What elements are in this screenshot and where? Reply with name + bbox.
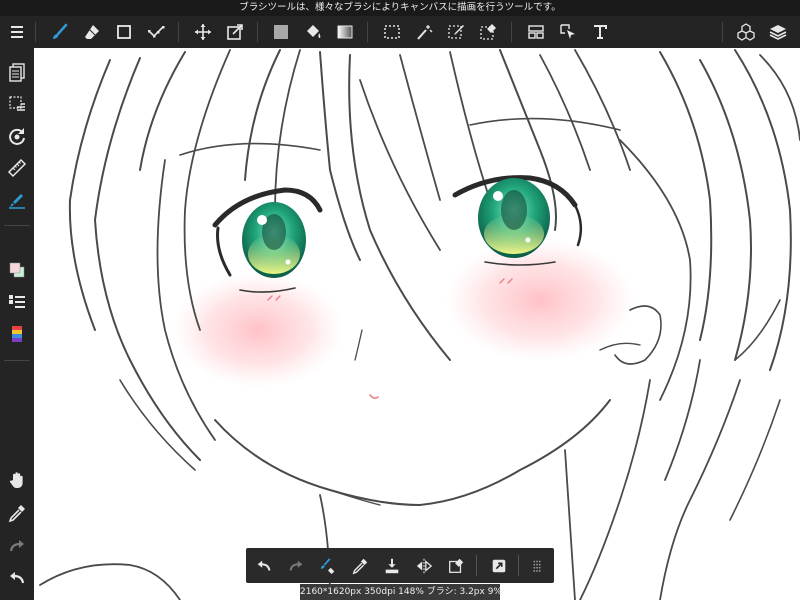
toolbar-divider — [511, 22, 512, 42]
edit-icon[interactable] — [141, 16, 171, 48]
toolbar-divider — [722, 22, 723, 42]
flip-icon[interactable] — [409, 550, 439, 581]
brush-list-icon[interactable] — [2, 288, 32, 316]
select-eraser-icon[interactable] — [473, 16, 503, 48]
left-toolbar — [0, 48, 34, 600]
text-icon[interactable] — [585, 16, 615, 48]
medibang-app: ブラシツールは、様々なブラシによりキャンバスに描画を行うツールです。 2160*… — [0, 0, 800, 600]
toolbar-divider — [257, 22, 258, 42]
toolbar-divider — [178, 22, 179, 42]
color-icon[interactable] — [2, 256, 32, 284]
layers-icon[interactable] — [763, 16, 793, 48]
line-art-illustration — [39, 49, 800, 600]
undo-icon[interactable] — [249, 550, 279, 581]
bucket-icon[interactable] — [298, 16, 328, 48]
status-bar: 2160*1620px 350dpi 148% ブラシ: 3.2px 9% — [300, 584, 502, 600]
move-icon[interactable] — [188, 16, 218, 48]
tool-hint-text: ブラシツールは、様々なブラシによりキャンバスに描画を行うツールです。 — [239, 2, 561, 13]
toolbar-divider — [367, 22, 368, 42]
palette-icon[interactable] — [2, 320, 32, 348]
material-icon[interactable] — [731, 16, 761, 48]
toolbar-divider — [4, 360, 30, 361]
redo-icon[interactable] — [281, 550, 311, 581]
ruler-icon[interactable] — [2, 154, 32, 182]
eyedropper-icon[interactable] — [2, 499, 32, 527]
select-object-icon[interactable] — [553, 16, 583, 48]
canvas-info-text: 2160*1620px 350dpi 148% ブラシ: 3.2px 9% — [300, 587, 502, 597]
eyedropper-icon[interactable] — [345, 550, 375, 581]
property-icon[interactable] — [484, 550, 514, 581]
hand-icon[interactable] — [2, 466, 32, 494]
select-pen-icon[interactable] — [441, 16, 471, 48]
rotate-icon[interactable] — [2, 122, 32, 150]
undo-icon[interactable] — [2, 564, 32, 592]
toolbar-divider — [4, 225, 30, 226]
fill-color-icon[interactable] — [266, 16, 296, 48]
magic-wand-icon[interactable] — [409, 16, 439, 48]
quick-toolbar — [246, 548, 554, 583]
toolbar-divider — [518, 555, 519, 576]
menu-icon[interactable] — [2, 16, 32, 48]
top-toolbar — [0, 16, 800, 48]
shape-icon[interactable] — [109, 16, 139, 48]
clear-icon[interactable] — [441, 550, 471, 581]
eraser-icon[interactable] — [77, 16, 107, 48]
brush-icon[interactable] — [45, 16, 75, 48]
frame-icon[interactable] — [521, 16, 551, 48]
merge-down-icon[interactable] — [377, 550, 407, 581]
pages-icon[interactable] — [2, 58, 32, 86]
grip-icon[interactable] — [522, 550, 552, 581]
toolbar-divider — [476, 555, 477, 576]
brush-eraser-toggle-icon[interactable] — [313, 550, 343, 581]
toolbar-divider — [35, 22, 36, 42]
redo-icon[interactable] — [2, 532, 32, 560]
snap-icon[interactable] — [2, 186, 32, 214]
selection-icon[interactable] — [2, 90, 32, 118]
select-icon[interactable] — [377, 16, 407, 48]
drawing-canvas[interactable] — [34, 48, 800, 600]
gradient-icon[interactable] — [330, 16, 360, 48]
tool-hint-bar: ブラシツールは、様々なブラシによりキャンバスに描画を行うツールです。 — [0, 0, 800, 16]
transform-icon[interactable] — [220, 16, 250, 48]
